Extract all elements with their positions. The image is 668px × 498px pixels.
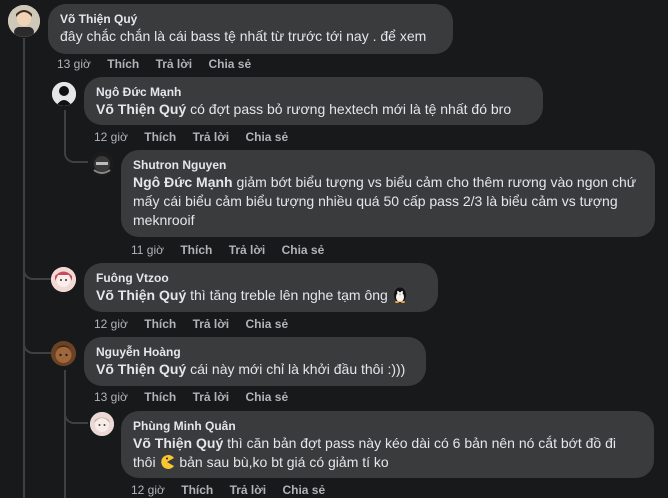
comment-bubble: Ngô Đức Mạnh Võ Thiện Quý có đợt pass bỏ… [84, 77, 543, 125]
comment-text: Võ Thiện Quý thì tăng treble lên nghe tạ… [96, 286, 426, 308]
like-button[interactable]: Thích [144, 130, 176, 144]
comment-time[interactable]: 12 giờ [131, 483, 165, 497]
share-button[interactable]: Chia sẻ [245, 317, 288, 331]
share-button[interactable]: Chia sẻ [245, 130, 288, 144]
mention-link[interactable]: Ngô Đức Mạnh [133, 174, 233, 190]
reply-button[interactable]: Trả lời [156, 57, 193, 71]
comment-body: thì tăng treble lên nghe tạm ông [186, 287, 388, 303]
comment-bubble: Shutron Nguyen Ngô Đức Mạnh giảm bớt biể… [121, 150, 655, 237]
comment-author[interactable]: Ngô Đức Mạnh [96, 84, 531, 100]
comment-actions: 11 giờ Thích Trả lời Chia sẻ [131, 243, 337, 257]
comment-text: Ngô Đức Mạnh giảm bớt biểu tượng vs biểu… [133, 173, 643, 230]
comment-time[interactable]: 13 giờ [94, 390, 128, 404]
thread-line-reply-4 [64, 370, 66, 498]
avatar[interactable] [51, 267, 76, 292]
reply-button[interactable]: Trả lời [193, 317, 230, 331]
comment-time[interactable]: 11 giờ [131, 243, 164, 257]
comment-body-continued: bản sau bù,ko bt giá có giảm tí ko [175, 454, 389, 470]
comment-text: Võ Thiện Quý thì căn bản đợt pass này ké… [133, 434, 642, 475]
comment-time[interactable]: 12 giờ [94, 317, 128, 331]
reply-button[interactable]: Trả lời [229, 243, 266, 257]
comment-text: đây chắc chắn là cái bass tệ nhất từ trư… [60, 28, 427, 44]
comment-bubble: Fuông Vtzoo Võ Thiện Quý thì tăng treble… [84, 263, 438, 312]
avatar-character-icon [51, 341, 76, 366]
share-button[interactable]: Chia sẻ [282, 483, 325, 497]
mention-link[interactable]: Võ Thiện Quý [133, 435, 223, 451]
like-button[interactable]: Thích [144, 390, 176, 404]
like-button[interactable]: Thích [180, 243, 212, 257]
comment-author[interactable]: Shutron Nguyen [133, 157, 643, 173]
avatar-person-icon [52, 82, 76, 106]
comment-time[interactable]: 12 giờ [94, 130, 128, 144]
comment-author[interactable]: Võ Thiện Quý [60, 11, 441, 27]
avatar-character-icon [90, 152, 114, 176]
avatar[interactable] [90, 152, 114, 176]
avatar[interactable] [90, 412, 114, 436]
pacman-emoji [159, 454, 175, 475]
comment-body: cái này mới chỉ là khởi đầu thôi :))) [186, 361, 406, 377]
share-button[interactable]: Chia sẻ [208, 57, 251, 71]
comment-body: có đợt pass bỏ rương hextech mới là tệ n… [186, 101, 512, 117]
comment-actions: 12 giờ Thích Trả lời Chia sẻ [94, 317, 301, 331]
avatar-character-icon [90, 412, 114, 436]
mention-link[interactable]: Võ Thiện Quý [96, 361, 186, 377]
comment-actions: 13 giờ Thích Trả lời Chia sẻ [94, 390, 301, 404]
like-button[interactable]: Thích [181, 483, 213, 497]
reply-button[interactable]: Trả lời [193, 390, 230, 404]
mention-link[interactable]: Võ Thiện Quý [96, 287, 186, 303]
avatar[interactable] [8, 5, 40, 37]
thread-branch-1 [23, 70, 51, 96]
penguin-emoji [392, 286, 408, 308]
like-button[interactable]: Thích [144, 317, 176, 331]
reply-button[interactable]: Trả lời [230, 483, 267, 497]
avatar-character-icon [51, 267, 76, 292]
avatar-person-icon [8, 5, 40, 37]
avatar[interactable] [52, 82, 76, 106]
avatar[interactable] [51, 341, 76, 366]
comment-bubble: Phùng Minh Quân Võ Thiện Quý thì căn bản… [121, 411, 654, 478]
comment-text: Võ Thiện Quý có đợt pass bỏ rương hextec… [96, 100, 531, 119]
thread-branch-5 [64, 400, 88, 424]
reply-button[interactable]: Trả lời [193, 130, 230, 144]
comment-text: Võ Thiện Quý cái này mới chỉ là khởi đầu… [96, 360, 414, 379]
thread-branch-2 [64, 138, 88, 163]
mention-link[interactable]: Võ Thiện Quý [96, 101, 186, 117]
comment-actions: 12 giờ Thích Trả lời Chia sẻ [94, 130, 301, 144]
comment-author[interactable]: Nguyễn Hoàng [96, 344, 414, 360]
comment-actions: 13 giờ Thích Trả lời Chia sẻ [57, 57, 264, 71]
comment-bubble: Nguyễn Hoàng Võ Thiện Quý cái này mới ch… [84, 337, 426, 386]
comment-bubble: Võ Thiện Quý đây chắc chắn là cái bass t… [48, 4, 453, 54]
comment-time[interactable]: 13 giờ [57, 57, 91, 71]
thread-branch-3 [23, 253, 51, 280]
thread-branch-4 [23, 327, 51, 354]
share-button[interactable]: Chia sẻ [245, 390, 288, 404]
comment-author[interactable]: Fuông Vtzoo [96, 270, 426, 286]
comment-author[interactable]: Phùng Minh Quân [133, 418, 642, 434]
comment-actions: 12 giờ Thích Trả lời Chia sẻ [131, 483, 338, 497]
like-button[interactable]: Thích [107, 57, 139, 71]
share-button[interactable]: Chia sẻ [282, 243, 325, 257]
